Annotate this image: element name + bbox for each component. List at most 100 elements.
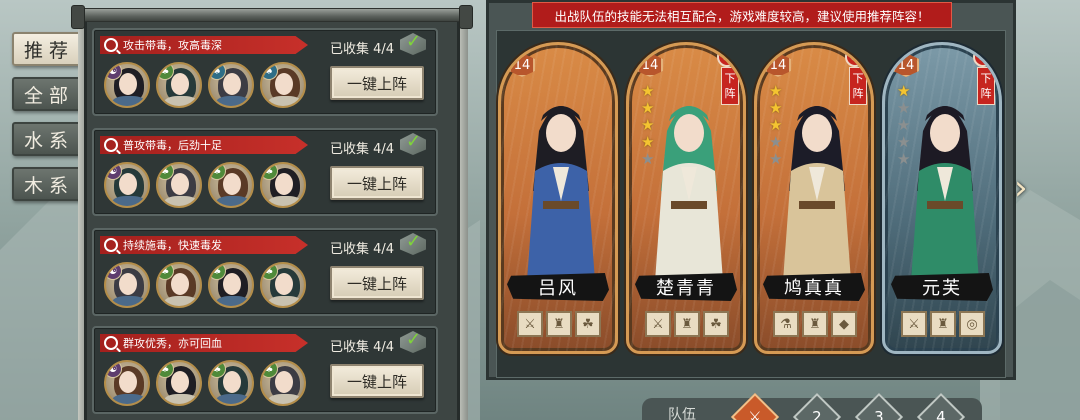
hero-avatar[interactable]: ♣ <box>156 262 202 308</box>
star-icon: ★ <box>769 99 783 117</box>
deploy-team-button[interactable]: 一键上阵 <box>330 166 424 200</box>
check-icon <box>400 331 426 353</box>
tab-0[interactable]: 推荐 <box>12 32 86 66</box>
team-selector-label: 队伍 <box>668 407 696 420</box>
remove-hero-button[interactable]: 下阵 <box>849 67 867 105</box>
hero-avatar[interactable]: ♣ <box>260 162 306 208</box>
element-wood-icon: ♣ <box>210 362 226 378</box>
check-icon <box>400 33 426 55</box>
hero-avatar[interactable]: ☯ <box>104 162 150 208</box>
star-icon: ★ <box>641 150 655 168</box>
hero-avatar[interactable]: ♣ <box>260 262 306 308</box>
hero-portrait <box>911 106 979 281</box>
remove-hero-button[interactable]: 下阵 <box>721 67 739 105</box>
hero-name: 元芙 <box>891 273 993 301</box>
collected-count: 已收集 4/4 <box>330 340 395 355</box>
hero-card[interactable]: 14 ★ ★ ★ ★ ★ ✕ 下阵 楚青青 ⚔ ♜ ☘ <box>626 42 746 354</box>
star-icon: ★ <box>897 116 911 134</box>
tab-1[interactable]: 全部 <box>12 77 86 111</box>
equipment-slot[interactable]: ♜ <box>674 311 700 337</box>
star-rating: ★ ★ ★ ★ ★ <box>641 83 654 167</box>
star-icon: ★ <box>769 82 783 100</box>
deploy-team-button[interactable]: 一键上阵 <box>330 266 424 300</box>
hero-avatar[interactable]: ♣ <box>260 360 306 406</box>
team-members: ☯ ♣ ♣ ♣ <box>104 262 306 308</box>
equipment-slot[interactable]: ⚔ <box>517 311 543 337</box>
equipment-row: ⚔ ♜ ☘ <box>517 311 601 337</box>
hero-name: 鸠真真 <box>763 273 865 301</box>
equipment-slot[interactable]: ♜ <box>802 311 828 337</box>
hero-portrait <box>783 106 851 281</box>
hero-card[interactable]: 14 ★ ★ ★ ★ ★ ✕ 下阵 鸠真真 ⚗ ♜ ◆ <box>754 42 874 354</box>
magnifier-icon[interactable] <box>104 336 118 350</box>
element-yin-icon: ☯ <box>106 64 122 80</box>
team-description-text: 持续施毒，快速毒发 <box>123 239 222 252</box>
team-description: 持续施毒，快速毒发 <box>100 236 308 254</box>
element-wood-icon: ♣ <box>158 64 174 80</box>
hero-portrait <box>655 106 723 281</box>
star-icon: ★ <box>769 150 783 168</box>
element-yin-icon: ☯ <box>106 164 122 180</box>
hero-card[interactable]: 14 吕风 ⚔ ♜ ☘ <box>498 42 618 354</box>
equipment-slot[interactable]: ◆ <box>831 311 857 337</box>
magnifier-icon[interactable] <box>104 138 118 152</box>
hero-avatar[interactable]: ☯ <box>104 262 150 308</box>
star-icon: ★ <box>897 99 911 117</box>
magnifier-icon[interactable] <box>104 38 118 52</box>
element-wood-icon: ♣ <box>210 164 226 180</box>
equipment-row: ⚗ ♜ ◆ <box>773 311 857 337</box>
equipment-slot[interactable]: ☘ <box>703 311 729 337</box>
close-icon[interactable]: ✕ <box>845 47 865 67</box>
hero-avatar[interactable]: ♣ <box>208 162 254 208</box>
equipment-slot[interactable]: ♜ <box>930 311 956 337</box>
hero-avatar[interactable]: ♣ <box>208 262 254 308</box>
hero-card[interactable]: 14 ★ ★ ★ ★ ★ ✕ 下阵 元芙 ⚔ ♜ ◎ <box>882 42 1002 354</box>
tab-3[interactable]: 木系 <box>12 167 86 201</box>
element-water-icon: ♠ <box>262 64 278 80</box>
team-members: ☯ ♣ ♠ ♠ <box>104 62 306 108</box>
team-description: 攻击带毒，攻高毒深 <box>100 36 308 54</box>
hero-avatar[interactable]: ♣ <box>156 62 202 108</box>
star-icon: ★ <box>641 116 655 134</box>
star-icon: ★ <box>641 133 655 151</box>
hero-name: 楚青青 <box>635 273 737 301</box>
close-icon[interactable]: ✕ <box>973 47 993 67</box>
check-icon <box>400 233 426 255</box>
hero-avatar[interactable]: ♠ <box>208 62 254 108</box>
deploy-team-button[interactable]: 一键上阵 <box>330 66 424 100</box>
equipment-slot[interactable]: ⚔ <box>645 311 671 337</box>
tab-2[interactable]: 水系 <box>12 122 86 156</box>
close-icon[interactable]: ✕ <box>717 47 737 67</box>
hero-avatar[interactable]: ♣ <box>208 360 254 406</box>
star-icon: ★ <box>769 133 783 151</box>
hero-avatar[interactable]: ☯ <box>104 62 150 108</box>
equipment-slot[interactable]: ☘ <box>575 311 601 337</box>
deploy-team-button[interactable]: 一键上阵 <box>330 364 424 398</box>
team-members: ☯ ♣ ♣ ♣ <box>104 162 306 208</box>
remove-hero-button[interactable]: 下阵 <box>977 67 995 105</box>
lineup-warning: 出战队伍的技能无法相互配合，游戏难度较高，建议使用推荐阵容！ <box>532 2 952 28</box>
equipment-slot[interactable]: ⚗ <box>773 311 799 337</box>
star-icon: ★ <box>641 99 655 117</box>
hero-avatar[interactable]: ♠ <box>260 62 306 108</box>
team-members: ☯ ♣ ♣ ♣ <box>104 360 306 406</box>
team-description-text: 攻击带毒，攻高毒深 <box>123 39 222 52</box>
hero-avatar[interactable]: ♣ <box>156 360 202 406</box>
hero-avatar[interactable]: ☯ <box>104 360 150 406</box>
hero-avatar[interactable]: ♣ <box>156 162 202 208</box>
team-slot-label: 4 <box>936 407 946 420</box>
equipment-slot[interactable]: ⚔ <box>901 311 927 337</box>
star-icon: ★ <box>769 116 783 134</box>
element-wood-icon: ♣ <box>262 164 278 180</box>
equipment-slot[interactable]: ♜ <box>546 311 572 337</box>
team-slot-label: 2 <box>812 407 822 420</box>
equipment-row: ⚔ ♜ ◎ <box>901 311 985 337</box>
team-slot-label: 3 <box>874 407 884 420</box>
element-yin-icon: ☯ <box>106 362 122 378</box>
category-tabs: 推荐 全部 水系 木系 <box>12 32 86 212</box>
element-yin-icon: ☯ <box>106 264 122 280</box>
team-row: 持续施毒，快速毒发 已收集 4/4 ☯ ♣ ♣ ♣ 一键上阵 <box>92 228 438 316</box>
magnifier-icon[interactable] <box>104 238 118 252</box>
equipment-slot[interactable]: ◎ <box>959 311 985 337</box>
chevron-right-icon[interactable]: › <box>1014 168 1038 208</box>
